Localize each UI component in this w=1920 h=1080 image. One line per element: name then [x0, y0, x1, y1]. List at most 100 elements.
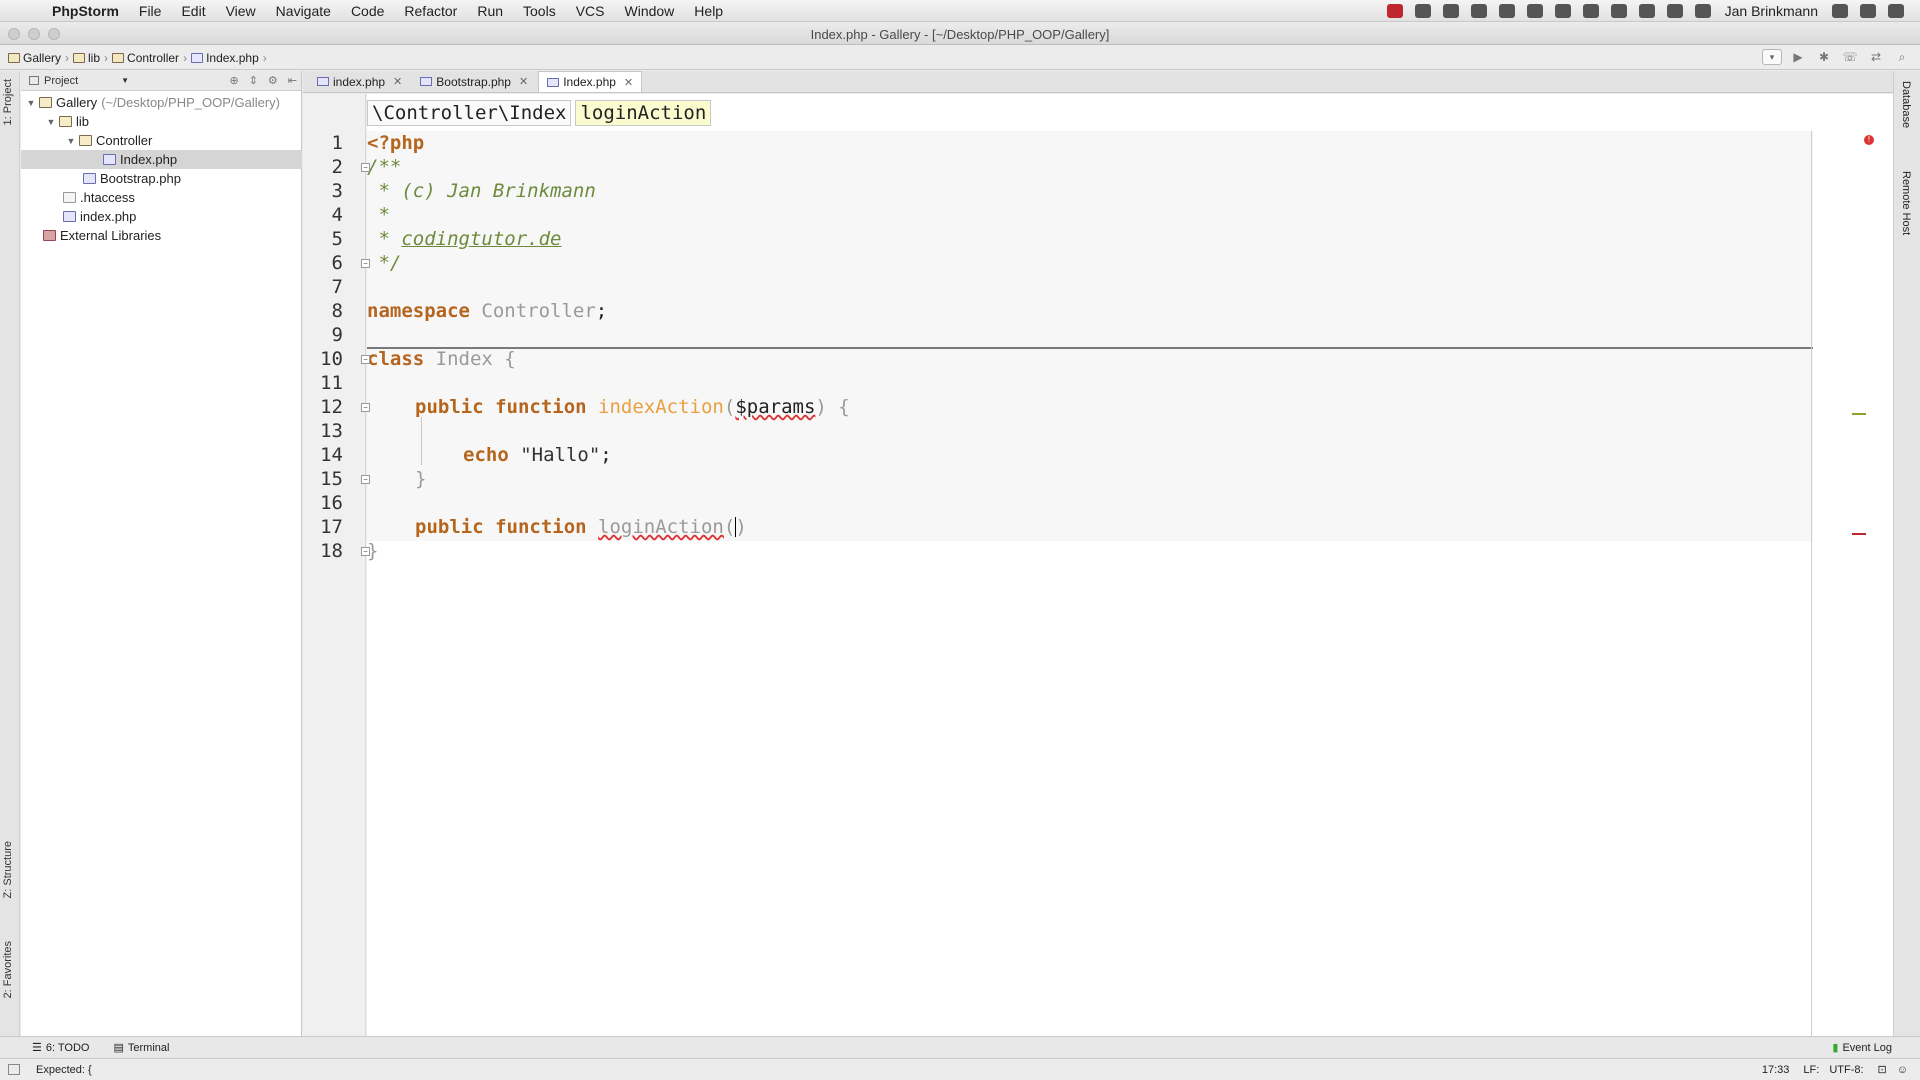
gear-icon[interactable]: ⚙: [268, 74, 278, 87]
toggle-tool-windows-icon[interactable]: [8, 1064, 20, 1075]
sync-icon[interactable]: [1442, 3, 1459, 18]
database-tool-tab[interactable]: Database: [1900, 81, 1912, 128]
event-log-button[interactable]: Event Log: [1842, 1042, 1892, 1054]
user-name[interactable]: Jan Brinkmann: [1725, 3, 1818, 19]
close-tab-icon[interactable]: ✕: [624, 76, 633, 89]
remote-host-tool-tab[interactable]: Remote Host: [1900, 171, 1912, 235]
breadcrumb-file[interactable]: Index.php ›: [191, 51, 267, 65]
listen-debug-icon[interactable]: ☏: [1840, 48, 1860, 66]
fold-marker-icon[interactable]: −: [361, 259, 370, 268]
project-tool-tab[interactable]: 1: Project: [2, 79, 14, 125]
line-number: 9: [331, 324, 343, 346]
breadcrumb-controller[interactable]: Controller ›: [112, 51, 187, 65]
fold-marker-icon[interactable]: −: [361, 163, 370, 172]
fold-marker-icon[interactable]: −: [361, 475, 370, 484]
menu-window[interactable]: Window: [615, 0, 685, 22]
info-icon[interactable]: [1498, 3, 1515, 18]
run-toolbar: ▾ ▶ ✱ ☏ ⇄ ⌕: [1762, 48, 1912, 66]
menu-edit[interactable]: Edit: [171, 0, 215, 22]
line-separator[interactable]: LF:: [1803, 1064, 1819, 1076]
error-marker[interactable]: [1852, 533, 1866, 535]
menu-app[interactable]: PhpStorm: [42, 0, 129, 22]
tree-item-index-php-selected[interactable]: Index.php: [21, 150, 302, 169]
fold-marker-icon[interactable]: −: [361, 403, 370, 412]
error-indicator-icon[interactable]: !: [1864, 135, 1874, 145]
bluetooth-icon[interactable]: [1666, 3, 1683, 18]
class-path-crumb[interactable]: \Controller\Index: [367, 100, 572, 126]
code-area[interactable]: <?php /** * (c) Jan Brinkmann * * coding…: [367, 131, 1813, 1036]
debug-icon[interactable]: ✱: [1814, 48, 1834, 66]
folder-icon: [8, 52, 20, 63]
close-tab-icon[interactable]: ✕: [393, 75, 402, 88]
todo-tool-button[interactable]: 6: TODO: [46, 1042, 90, 1054]
time-machine-icon[interactable]: [1694, 3, 1711, 18]
notification-center-icon[interactable]: [1888, 3, 1904, 18]
folder-icon: [59, 116, 72, 127]
window-title: Index.php - Gallery - [~/Desktop/PHP_OOP…: [810, 27, 1110, 42]
terminal-tool-button[interactable]: Terminal: [128, 1042, 170, 1054]
menu-help[interactable]: Help: [684, 0, 733, 22]
hide-panel-icon[interactable]: ⇤: [288, 74, 297, 87]
fold-marker-icon[interactable]: −: [361, 547, 370, 556]
scroll-from-source-icon[interactable]: ⊕: [229, 74, 238, 87]
expand-arrow-icon[interactable]: ▼: [65, 136, 77, 146]
user-icon[interactable]: [1832, 3, 1848, 18]
folder-icon: [39, 97, 52, 108]
structure-tool-tab[interactable]: Z: Structure: [2, 841, 14, 898]
tree-item-lib[interactable]: ▼ lib: [21, 112, 302, 131]
tree-item-htaccess[interactable]: .htaccess: [21, 188, 302, 207]
cursor-position[interactable]: 17:33: [1762, 1064, 1790, 1076]
mail-icon[interactable]: [1610, 3, 1627, 18]
menu-navigate[interactable]: Navigate: [266, 0, 341, 22]
fold-marker-icon[interactable]: −: [361, 355, 370, 364]
tab-index-php-lower[interactable]: index.php ✕: [309, 71, 410, 92]
tree-item-controller[interactable]: ▼ Controller: [21, 131, 302, 150]
run-icon[interactable]: ▶: [1788, 48, 1808, 66]
evernote-icon[interactable]: [1582, 3, 1599, 18]
file-icon: [63, 192, 76, 203]
chevron-right-icon: ›: [183, 50, 188, 65]
sync-settings-icon[interactable]: ⇄: [1866, 48, 1886, 66]
window-title-bar: Index.php - Gallery - [~/Desktop/PHP_OOP…: [0, 23, 1920, 45]
dropbox-icon[interactable]: [1414, 3, 1431, 18]
breadcrumb-gallery[interactable]: Gallery ›: [8, 51, 69, 65]
line-number: 14: [320, 444, 343, 466]
menu-run[interactable]: Run: [467, 0, 513, 22]
project-view-selector[interactable]: Project ▼: [29, 75, 129, 87]
tab-bootstrap-php[interactable]: Bootstrap.php ✕: [412, 71, 536, 92]
expand-arrow-icon[interactable]: ▼: [45, 117, 57, 127]
file-encoding[interactable]: UTF-8:: [1829, 1064, 1863, 1076]
warning-marker[interactable]: [1852, 413, 1866, 415]
expand-arrow-icon[interactable]: ▼: [25, 98, 37, 108]
bottom-tool-bar: ☰ 6: TODO ▤ Terminal ▮ Event Log: [0, 1036, 1920, 1058]
tab-index-php-active[interactable]: Index.php ✕: [538, 71, 643, 92]
menu-file[interactable]: File: [129, 0, 172, 22]
run-config-dropdown[interactable]: ▾: [1762, 49, 1782, 65]
lock-icon[interactable]: ⊡: [1878, 1063, 1887, 1076]
cloud-icon[interactable]: [1554, 3, 1571, 18]
plus-icon[interactable]: [1470, 3, 1487, 18]
tree-item-gallery[interactable]: ▼ Gallery (~/Desktop/PHP_OOP/Gallery): [21, 93, 302, 112]
code-line: namespace Controller;: [367, 300, 608, 322]
spotlight-icon[interactable]: [1860, 3, 1876, 18]
menu-vcs[interactable]: VCS: [566, 0, 615, 22]
menu-refactor[interactable]: Refactor: [394, 0, 467, 22]
volume-icon[interactable]: [1638, 3, 1655, 18]
menu-tools[interactable]: Tools: [513, 0, 566, 22]
collapse-all-icon[interactable]: ⇕: [249, 74, 258, 87]
bookmark-icon[interactable]: [1526, 3, 1543, 18]
search-everywhere-icon[interactable]: ⌕: [1892, 48, 1912, 66]
breadcrumb-lib[interactable]: lib ›: [73, 51, 108, 65]
record-icon[interactable]: [1386, 3, 1403, 18]
favorites-tool-tab[interactable]: 2: Favorites: [2, 941, 14, 998]
code-link[interactable]: codingtutor.de: [401, 228, 561, 250]
close-tab-icon[interactable]: ✕: [519, 75, 528, 88]
right-tool-stripe: ! Database Remote Host: [1852, 71, 1920, 1036]
menu-code[interactable]: Code: [341, 0, 394, 22]
tree-item-bootstrap[interactable]: Bootstrap.php: [21, 169, 302, 188]
tree-item-external-libraries[interactable]: External Libraries: [21, 226, 302, 245]
menu-view[interactable]: View: [216, 0, 266, 22]
method-crumb[interactable]: loginAction: [575, 100, 712, 126]
tree-item-index-lower[interactable]: index.php: [21, 207, 302, 226]
inspector-icon[interactable]: ☺: [1897, 1064, 1908, 1076]
